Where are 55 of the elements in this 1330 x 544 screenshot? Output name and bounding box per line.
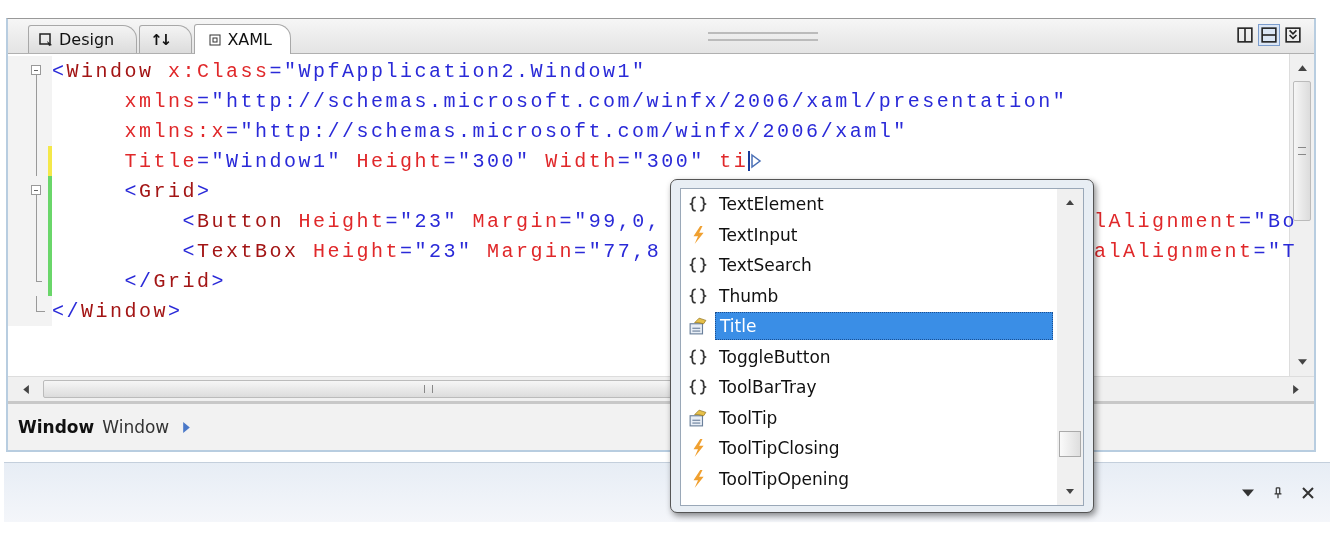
property-icon (689, 408, 707, 427)
collapse-toggle[interactable] (31, 65, 41, 75)
completion-item[interactable]: Thumb (681, 280, 1057, 311)
design-icon (39, 32, 53, 47)
completion-item[interactable]: TextSearch (681, 250, 1057, 281)
code-line: </Window> (52, 299, 183, 323)
fold-line (36, 296, 45, 312)
braces-icon (689, 195, 707, 214)
braces-icon (689, 256, 707, 275)
completion-item[interactable]: ToolTipClosing (681, 433, 1057, 464)
braces-icon (689, 378, 707, 397)
scroll-left-icon[interactable] (22, 384, 29, 394)
breadcrumb-name[interactable]: Window (102, 417, 170, 437)
completion-item[interactable]: ToolTip (681, 402, 1057, 433)
scroll-down-icon[interactable] (1297, 359, 1307, 366)
code-line: </Grid> (123, 269, 227, 293)
list-scrollbar[interactable] (1057, 189, 1083, 505)
pin-icon[interactable] (1272, 486, 1284, 499)
scroll-thumb[interactable] (1059, 431, 1081, 457)
collapse-toggle[interactable] (31, 185, 41, 195)
split-view-button[interactable] (1258, 24, 1280, 46)
scroll-right-icon[interactable] (1293, 384, 1300, 394)
code-line: Title="Window1" Height="300" Width="300" ti (123, 149, 749, 173)
completion-item[interactable]: TextInput (681, 219, 1057, 250)
view-tab[interactable]: ↑↓ (139, 25, 193, 53)
smart-tag-icon[interactable] (750, 152, 763, 170)
braces-icon (689, 286, 707, 305)
view-tab[interactable]: Design (28, 25, 138, 53)
completion-item[interactable]: TextElement (681, 189, 1057, 220)
split-view-button[interactable] (1234, 24, 1256, 46)
xaml-icon (209, 33, 222, 46)
scroll-thumb[interactable] (1293, 81, 1311, 221)
braces-icon (689, 347, 707, 366)
dropdown-icon[interactable] (1242, 486, 1254, 499)
close-icon[interactable] (1302, 486, 1314, 499)
code-line: alAlignment="T (1094, 239, 1298, 263)
code-line: lAlignment="Bo (1094, 209, 1298, 233)
scroll-up-icon[interactable] (1066, 199, 1074, 205)
code-line: <Grid> (123, 179, 212, 203)
scroll-down-icon[interactable] (1066, 489, 1074, 495)
scroll-up-icon[interactable] (1297, 64, 1307, 71)
code-line: <Window x:Class="WpfApplication2.Window1" (52, 59, 647, 83)
collapse-pane-button[interactable] (1282, 24, 1304, 46)
splitter-grip[interactable] (707, 32, 818, 41)
expand-arrow-icon[interactable] (183, 421, 191, 433)
code-line: <Button Height="23" Margin="99,0, (181, 209, 662, 233)
completion-item[interactable]: ToolBarTray (681, 372, 1057, 403)
completion-item[interactable]: ToolTipOpening (681, 463, 1057, 494)
code-line: xmlns="http://schemas.microsoft.com/winfx/2006/xaml/presentation" (123, 89, 1068, 113)
code-line: <TextBox Height="23" Margin="77,8 (181, 239, 662, 263)
completion-item[interactable]: ToggleButton (681, 341, 1057, 372)
breadcrumb-element[interactable]: Window (18, 417, 95, 437)
code-line: xmlns:x="http://schemas.microsoft.com/winfx/2006/xaml" (123, 119, 908, 143)
view-tab[interactable]: XAML (194, 24, 291, 54)
property-icon (689, 317, 707, 336)
